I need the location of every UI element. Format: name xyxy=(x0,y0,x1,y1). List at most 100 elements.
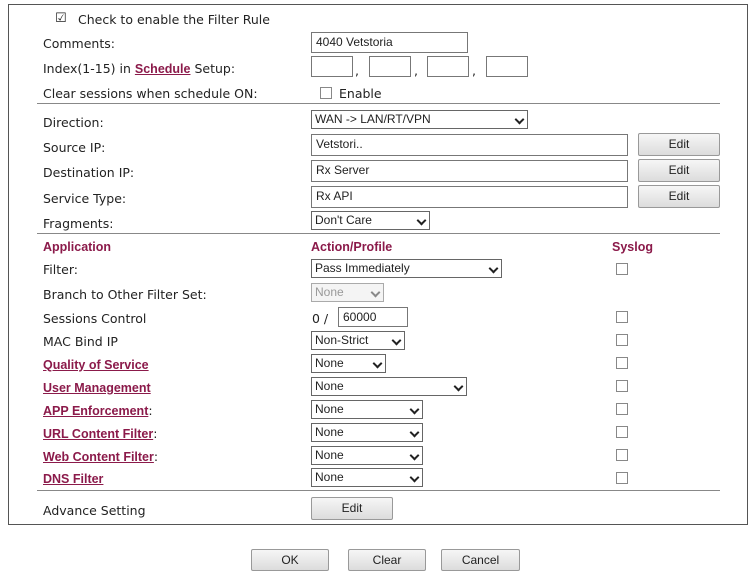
chevron-down-icon xyxy=(416,215,427,226)
qos-label: Quality of Service xyxy=(43,357,149,372)
app-enforcement-link[interactable]: APP Enforcement xyxy=(43,404,148,418)
sessions-syslog-checkbox[interactable] xyxy=(616,311,628,323)
app-enforcement-syslog-checkbox[interactable] xyxy=(616,403,628,415)
direction-select[interactable]: WAN -> LAN/RT/VPN xyxy=(311,110,528,129)
url-filter-select[interactable]: None xyxy=(311,423,423,442)
user-mgmt-syslog-checkbox[interactable] xyxy=(616,380,628,392)
destination-ip-edit-button[interactable]: Edit xyxy=(638,159,720,182)
dns-filter-link[interactable]: DNS Filter xyxy=(43,472,103,486)
source-ip-field: Vetstori.. xyxy=(311,134,628,156)
url-filter-link[interactable]: URL Content Filter xyxy=(43,427,153,441)
url-filter-syslog-checkbox[interactable] xyxy=(616,426,628,438)
index-label-prefix: Index(1-15) in xyxy=(43,61,135,76)
user-mgmt-select[interactable]: None xyxy=(311,377,467,396)
source-ip-edit-button[interactable]: Edit xyxy=(638,133,720,156)
app-enforcement-label: APP Enforcement: xyxy=(43,403,153,418)
sessions-control-label: Sessions Control xyxy=(43,311,147,326)
fragments-label: Fragments: xyxy=(43,216,114,231)
filter-value: Pass Immediately xyxy=(315,261,410,275)
sessions-current: 0 / xyxy=(312,311,329,326)
clear-sessions-enable-label: Enable xyxy=(339,86,382,101)
branch-label: Branch to Other Filter Set: xyxy=(43,287,207,302)
schedule-index-2-input[interactable] xyxy=(369,56,411,77)
filter-label: Filter: xyxy=(43,262,78,277)
application-header: Application xyxy=(43,240,112,254)
branch-value: None xyxy=(315,285,344,299)
advance-setting-label: Advance Setting xyxy=(43,503,146,518)
app-enforcement-colon: : xyxy=(148,403,153,418)
schedule-index-4-input[interactable] xyxy=(486,56,528,77)
web-filter-colon: : xyxy=(153,449,159,464)
index-separator-1: , xyxy=(355,63,359,78)
web-filter-link[interactable]: Web Content Filter xyxy=(43,450,154,464)
cancel-button[interactable]: Cancel xyxy=(441,549,520,571)
web-filter-select[interactable]: None xyxy=(311,446,423,465)
service-type-label: Service Type: xyxy=(43,191,127,206)
action-profile-header: Action/Profile xyxy=(311,240,393,254)
chevron-down-icon xyxy=(372,358,383,369)
comments-label: Comments: xyxy=(43,36,115,51)
chevron-down-icon xyxy=(409,427,420,438)
index-separator-3: , xyxy=(472,63,476,78)
sessions-limit-input[interactable]: 60000 xyxy=(338,307,408,327)
url-filter-colon: : xyxy=(153,426,158,441)
chevron-down-icon xyxy=(370,287,381,298)
app-enforcement-value: None xyxy=(315,402,344,416)
web-filter-value: None xyxy=(315,448,344,462)
destination-ip-field: Rx Server xyxy=(311,160,628,182)
url-filter-label: URL Content Filter: xyxy=(43,426,157,441)
chevron-down-icon xyxy=(488,263,499,274)
app-enforcement-select[interactable]: None xyxy=(311,400,423,419)
dns-filter-select[interactable]: None xyxy=(311,468,423,487)
divider-middle xyxy=(37,233,720,234)
user-mgmt-link[interactable]: User Management xyxy=(43,381,151,395)
service-type-field: Rx API xyxy=(311,186,628,208)
qos-link[interactable]: Quality of Service xyxy=(43,358,149,372)
web-filter-label: Web Content Filter: xyxy=(43,449,158,464)
dns-filter-label: DNS Filter xyxy=(43,471,103,486)
user-mgmt-value: None xyxy=(315,379,344,393)
user-mgmt-label: User Management xyxy=(43,380,151,395)
url-filter-value: None xyxy=(315,425,344,439)
index-label: Index(1-15) in Schedule Setup: xyxy=(43,61,235,76)
enable-rule-checkbox[interactable]: ☑ xyxy=(55,12,67,26)
branch-select[interactable]: None xyxy=(311,283,384,302)
direction-value: WAN -> LAN/RT/VPN xyxy=(315,112,431,126)
divider-bottom xyxy=(37,490,720,491)
index-label-suffix: Setup: xyxy=(190,61,236,76)
chevron-down-icon xyxy=(409,404,420,415)
mac-bind-value: Non-Strict xyxy=(315,333,369,347)
mac-bind-label: MAC Bind IP xyxy=(43,334,118,349)
schedule-index-3-input[interactable] xyxy=(427,56,469,77)
chevron-down-icon xyxy=(409,450,420,461)
web-filter-syslog-checkbox[interactable] xyxy=(616,449,628,461)
ok-button[interactable]: OK xyxy=(251,549,329,571)
fragments-select[interactable]: Don't Care xyxy=(311,211,430,230)
fragments-value: Don't Care xyxy=(315,213,372,227)
chevron-down-icon xyxy=(409,472,420,483)
schedule-link[interactable]: Schedule xyxy=(135,62,191,76)
index-separator-2: , xyxy=(414,63,418,78)
direction-label: Direction: xyxy=(43,115,104,130)
chevron-down-icon xyxy=(453,381,464,392)
dns-filter-value: None xyxy=(315,470,344,484)
clear-sessions-label: Clear sessions when schedule ON: xyxy=(43,86,258,101)
filter-select[interactable]: Pass Immediately xyxy=(311,259,502,278)
clear-sessions-checkbox[interactable] xyxy=(320,87,332,99)
source-ip-label: Source IP: xyxy=(43,140,106,155)
qos-select[interactable]: None xyxy=(311,354,386,373)
dns-filter-syslog-checkbox[interactable] xyxy=(616,472,628,484)
divider-top xyxy=(37,103,720,104)
chevron-down-icon xyxy=(391,335,402,346)
schedule-index-1-input[interactable] xyxy=(311,56,353,77)
comments-input[interactable]: 4040 Vetstoria xyxy=(311,32,468,53)
qos-syslog-checkbox[interactable] xyxy=(616,357,628,369)
clear-button[interactable]: Clear xyxy=(348,549,426,571)
advance-edit-button[interactable]: Edit xyxy=(311,497,393,520)
syslog-header: Syslog xyxy=(612,240,653,254)
chevron-down-icon xyxy=(514,114,525,125)
filter-syslog-checkbox[interactable] xyxy=(616,263,628,275)
mac-syslog-checkbox[interactable] xyxy=(616,334,628,346)
mac-bind-select[interactable]: Non-Strict xyxy=(311,331,405,350)
service-type-edit-button[interactable]: Edit xyxy=(638,185,720,208)
